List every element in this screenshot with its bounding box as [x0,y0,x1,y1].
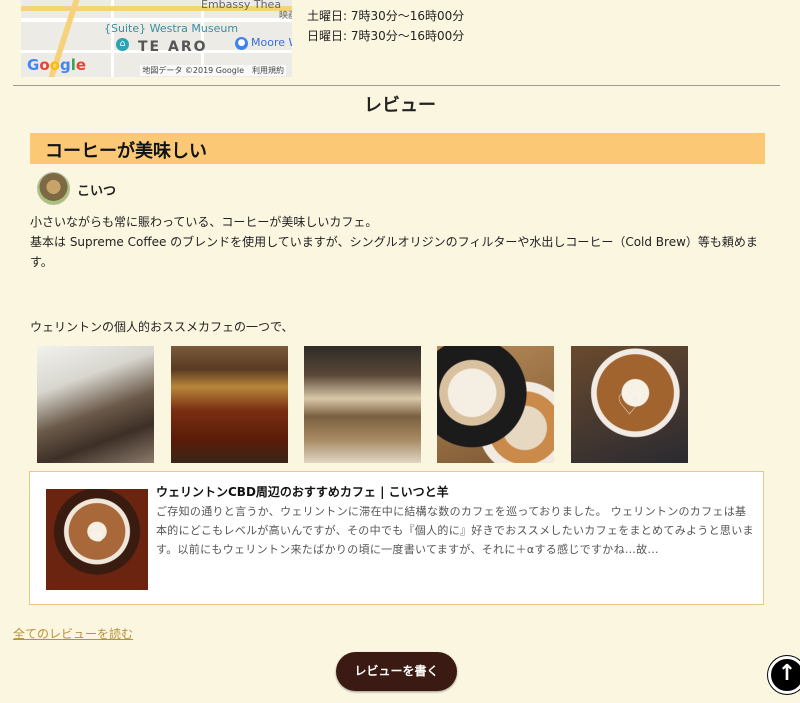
read-all-reviews-link[interactable]: 全てのレビューを読む [13,625,133,642]
map-label-top-right: 映画 [279,11,292,21]
latte-art-icon: ❦ [86,520,108,549]
review-intro: ウェリントンの個人的おススメカフェの一つで、 [30,320,294,334]
hours-saturday: 土曜日: 7時30分～16時00分 [307,9,465,23]
write-review-button[interactable]: レビューを書く [336,652,457,691]
hours-sunday: 日曜日: 7時30分～16時00分 [307,29,465,43]
photo-thumbnail[interactable] [171,346,288,463]
map-label-museum: {Suite} Westra Museum [104,22,239,35]
blog-link-card[interactable]: ❦ ウェリントンCBD周辺のおすすめカフェ | こいつと羊 ご存知の通りと言うか… [29,471,764,605]
google-logo: Google [27,56,87,74]
map-label-moore: Moore W [251,36,292,49]
arrow-up-icon[interactable]: ↑ [768,656,800,694]
business-hours: 土曜日: 7時30分～16時00分 日曜日: 7時30分～16時00分 [307,6,464,46]
review-header: コーヒーが美味しい [30,133,765,164]
card-thumbnail[interactable]: ❦ [46,489,148,590]
review-body-line: 小さいながらも常に賑わっている、コーヒーが美味しいカフェ。 [30,215,378,229]
card-excerpt: ご存知の通りと言うか、ウェリントンに滞在中に結構な数のカフェを巡っておりました。… [156,505,754,556]
reviewer-name[interactable]: こいつ [77,180,116,199]
card-title[interactable]: ウェリントンCBD周辺のおすすめカフェ | こいつと羊 [156,483,449,500]
section-divider [13,85,780,86]
photo-thumbnail[interactable]: ♡ [571,346,688,463]
map-credit[interactable]: 地図データ ©2019 Google 利用規約 [140,65,286,76]
review-body: 小さいながらも常に賑わっている、コーヒーが美味しいカフェ。 基本は Suprem… [30,212,770,272]
review-body-line: 基本は Supreme Coffee のブレンドを使用していますが、シングルオリ… [30,235,758,269]
map-road [111,0,114,77]
photo-thumbnail[interactable] [304,346,421,463]
latte-art-icon: ♡ [616,387,643,422]
map-area-label: TE ARO [138,39,208,55]
avatar[interactable] [37,172,70,205]
photo-thumbnail[interactable] [37,346,154,463]
photo-thumbnail[interactable] [437,346,554,463]
location-pin-icon: ● [235,37,248,50]
map-embed[interactable]: Embassy Thea 映画 ⌂ {Suite} Westra Museum … [21,0,292,77]
review-title: コーヒーが美味しい [45,141,207,162]
museum-pin-icon: ⌂ [116,38,129,51]
map-label-top: Embassy Thea [201,0,282,11]
section-title: レビュー [364,95,436,116]
